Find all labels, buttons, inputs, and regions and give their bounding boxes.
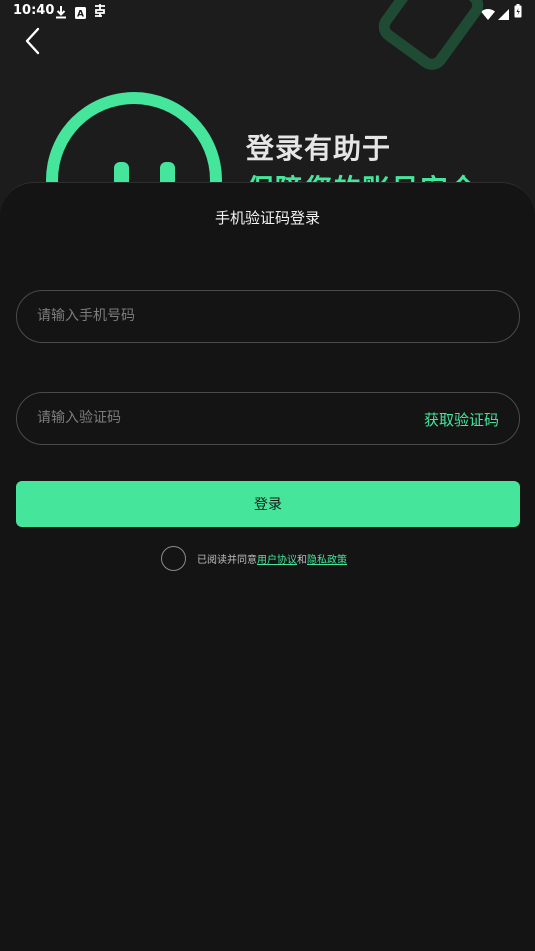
chevron-left-icon (25, 27, 40, 55)
agreement-text: 已阅读并同意用户协议和隐私政策 (197, 551, 347, 566)
login-button[interactable]: 登录 (16, 481, 520, 527)
phone-input[interactable] (37, 291, 397, 341)
user-agreement-link[interactable]: 用户协议 (257, 555, 297, 566)
a-box-icon: A (75, 4, 86, 23)
verification-code-field: 获取验证码 (16, 392, 520, 445)
notification-app-icon (93, 3, 107, 22)
battery-icon (514, 3, 522, 22)
privacy-policy-link[interactable]: 隐私政策 (307, 555, 347, 566)
signal-icon (498, 5, 509, 24)
login-sheet: 手机验证码登录 获取验证码 登录 已阅读并同意用户协议和隐私政策 (0, 182, 535, 951)
hero-headline-line1: 登录有助于 (246, 132, 392, 165)
agreement-row: 已阅读并同意用户协议和隐私政策 (161, 546, 347, 571)
phone-field (16, 290, 520, 343)
agreement-checkbox[interactable] (161, 546, 186, 571)
login-screen: 10:40 A 登录有助于 保障您的账号安全 手机验证码登 (0, 0, 535, 951)
download-icon (55, 4, 67, 23)
decorative-rounded-square (372, 0, 490, 77)
get-code-button[interactable]: 获取验证码 (424, 409, 499, 430)
back-button[interactable] (18, 24, 50, 58)
svg-text:A: A (77, 10, 84, 20)
agreement-joiner: 和 (297, 555, 307, 566)
status-time: 10:40 (13, 3, 55, 18)
sheet-title: 手机验证码登录 (214, 209, 320, 227)
agreement-prefix: 已阅读并同意 (197, 555, 257, 566)
verification-code-input[interactable] (37, 393, 397, 443)
